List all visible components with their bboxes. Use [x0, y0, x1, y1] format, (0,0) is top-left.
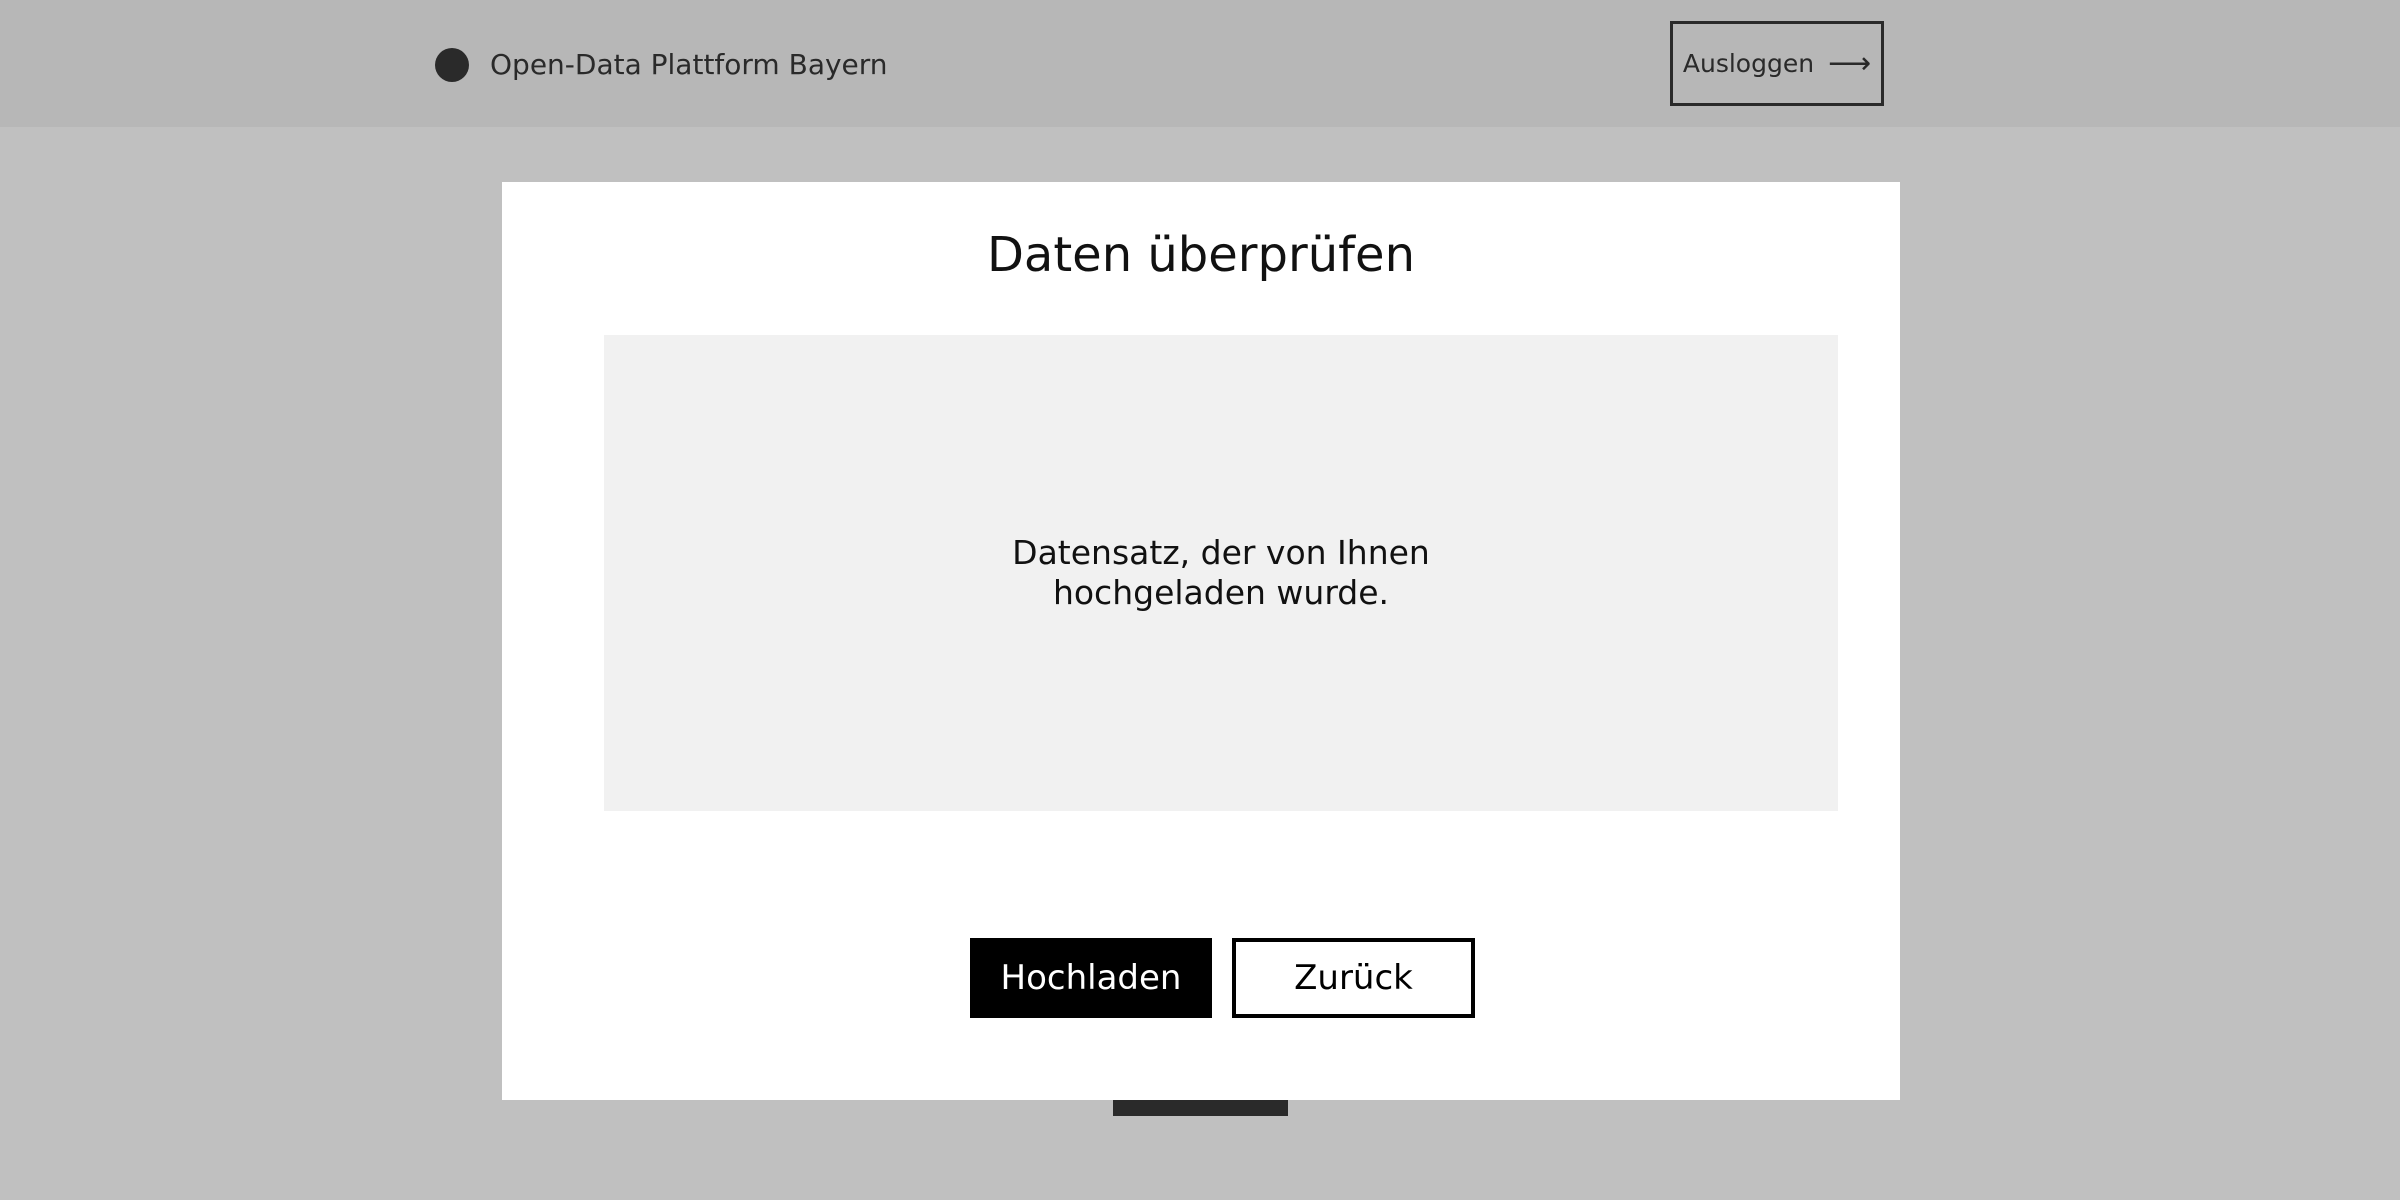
arrow-right-icon: ⟶ — [1828, 45, 1872, 81]
review-modal: Daten überprüfen Datensatz, der von Ihne… — [502, 182, 1900, 1100]
upload-button[interactable]: Hochladen — [970, 938, 1212, 1018]
brand-name: Open-Data Plattform Bayern — [490, 48, 888, 81]
back-button[interactable]: Zurück — [1232, 938, 1475, 1018]
dataset-preview-text: Datensatz, der von Ihnen hochgeladen wur… — [1012, 533, 1430, 612]
dataset-preview: Datensatz, der von Ihnen hochgeladen wur… — [604, 335, 1838, 811]
logo-icon — [435, 48, 469, 82]
modal-title: Daten überprüfen — [986, 227, 1416, 283]
top-header: Open-Data Plattform Bayern Ausloggen ⟶ — [0, 0, 2400, 127]
logout-label: Ausloggen — [1682, 49, 1815, 78]
logout-button[interactable]: Ausloggen ⟶ — [1670, 21, 1884, 106]
